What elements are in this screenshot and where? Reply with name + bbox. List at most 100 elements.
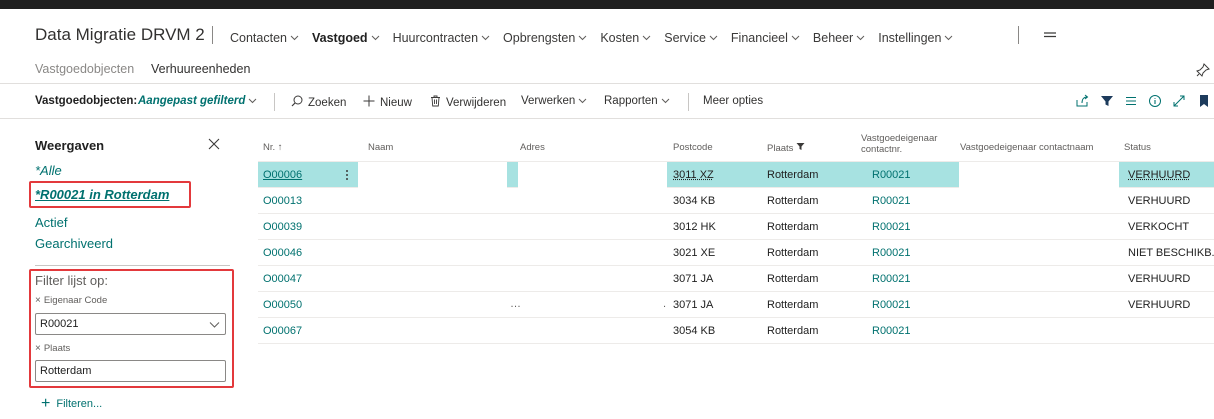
cell-owner-name	[959, 162, 1119, 188]
hamburger-icon[interactable]	[1043, 29, 1057, 41]
table-row[interactable]: O00046 3021 XE Rotterdam R00021 NIET BES…	[258, 240, 1214, 266]
cell-status: VERHUURD	[1128, 299, 1191, 311]
column-header-adres[interactable]: Adres	[520, 142, 545, 153]
cell-owner-no[interactable]: R00021	[872, 195, 911, 207]
subnav-verhuureenheden[interactable]: Verhuureenheden	[151, 62, 250, 76]
cell-nr[interactable]: O00013	[263, 195, 302, 207]
cell-nr[interactable]: O00050	[263, 299, 302, 311]
cell-owner-no[interactable]: R00021	[872, 247, 911, 259]
pin-icon[interactable]	[1196, 63, 1210, 77]
nav-item-beheer[interactable]: Beheer	[813, 31, 865, 45]
cell-plaats: Rotterdam	[767, 325, 819, 337]
column-header-nr[interactable]: Nr. ↑	[263, 142, 283, 153]
nav-items: Contacten Vastgoed Huurcontracten Opbren…	[230, 28, 966, 48]
new-button[interactable]: Nieuw	[363, 95, 412, 110]
column-header-plaats[interactable]: Plaats	[767, 142, 805, 154]
table-row[interactable]: O00013 3034 KB Rotterdam R00021 VERHUURD	[258, 188, 1214, 214]
cell-nr[interactable]: O00006	[263, 169, 302, 181]
plus-icon	[363, 95, 375, 110]
share-icon[interactable]	[1075, 94, 1089, 108]
filter-icon[interactable]	[1100, 94, 1114, 108]
toolbar-divider	[274, 93, 275, 111]
nav-item-instellingen[interactable]: Instellingen	[878, 31, 953, 45]
expand-icon[interactable]	[1172, 94, 1186, 108]
chevron-down-icon	[578, 96, 587, 105]
chevron-down-icon	[248, 96, 257, 105]
close-icon[interactable]	[207, 137, 221, 151]
chevron-down-icon	[856, 33, 865, 42]
delete-button[interactable]: Verwijderen	[430, 95, 506, 110]
divider	[0, 118, 1214, 119]
cell-nr[interactable]: O00039	[263, 221, 302, 233]
cell-owner-no[interactable]: R00021	[872, 273, 911, 285]
column-header-postcode[interactable]: Postcode	[673, 142, 713, 153]
view-actief[interactable]: Actief	[35, 215, 68, 230]
chevron-down-icon	[709, 33, 718, 42]
view-all[interactable]: *Alle	[35, 163, 62, 178]
bookmark-icon[interactable]	[1197, 94, 1211, 108]
view-filter-dropdown[interactable]: Aangepast gefilterd	[138, 95, 257, 107]
main-nav: Data Migratie DRVM 2 Contacten Vastgoed …	[0, 9, 1214, 53]
info-icon[interactable]	[1148, 94, 1162, 108]
cell-status: VERHUURD	[1128, 169, 1191, 181]
cell-nr[interactable]: O00046	[263, 247, 302, 259]
column-header-owner-no[interactable]: Vastgoedeigenaar contactnr.	[861, 133, 937, 155]
app-title[interactable]: Data Migratie DRVM 2	[35, 25, 205, 45]
cell-owner-no[interactable]: R00021	[872, 221, 911, 233]
chevron-down-icon	[290, 33, 299, 42]
add-filter-button[interactable]: + Filteren...	[41, 395, 102, 412]
table-row[interactable]: O00050 … . 3071 JA Rotterdam R00021 VERH…	[258, 292, 1214, 318]
chevron-down-icon	[642, 33, 651, 42]
page-label: Vastgoedobjecten:	[35, 95, 138, 107]
chevron-down-icon	[661, 96, 670, 105]
cell-plaats: Rotterdam	[767, 195, 819, 207]
cell-status: VERHUURD	[1128, 195, 1191, 207]
plus-icon: +	[41, 395, 51, 412]
column-header-naam[interactable]: Naam	[368, 142, 393, 153]
nav-item-contacten[interactable]: Contacten	[230, 31, 299, 45]
more-options-button[interactable]: Meer opties	[703, 95, 763, 107]
cell-nr[interactable]: O00047	[263, 273, 302, 285]
cell-naam	[358, 162, 507, 188]
more-vertical-icon[interactable]	[342, 168, 352, 182]
nav-item-huurcontracten[interactable]: Huurcontracten	[393, 31, 490, 45]
cell-postcode: 3054 KB	[673, 325, 716, 337]
subnav-vastgoedobjecten[interactable]: Vastgoedobjecten	[35, 62, 134, 76]
column-header-owner-name[interactable]: Vastgoedeigenaar contactnaam	[960, 142, 1093, 153]
table-row[interactable]: O00006 3011 XZ Rotterdam R00021 VERHUURD	[258, 162, 1214, 188]
nav-item-financieel[interactable]: Financieel	[731, 31, 800, 45]
nav-item-service[interactable]: Service	[664, 31, 718, 45]
search-icon	[291, 95, 303, 110]
cell-owner-no[interactable]: R00021	[872, 169, 911, 181]
search-button[interactable]: Zoeken	[291, 95, 346, 110]
list-icon[interactable]	[1124, 94, 1138, 108]
cell-postcode: 3071 JA	[673, 299, 714, 311]
cell-postcode: 3071 JA	[673, 273, 714, 285]
view-gearchiveerd[interactable]: Gearchiveerd	[35, 236, 113, 251]
cell-status: VERKOCHT	[1128, 221, 1190, 233]
cell-postcode: 3012 HK	[673, 221, 716, 233]
highlight-box	[29, 269, 234, 388]
chevron-down-icon	[944, 33, 953, 42]
process-menu[interactable]: Verwerken	[521, 95, 587, 107]
cell-plaats: Rotterdam	[767, 273, 819, 285]
table-row[interactable]: O00047 3071 JA Rotterdam R00021 VERHUURD	[258, 266, 1214, 292]
chevron-down-icon	[371, 33, 380, 42]
nav-item-opbrengsten[interactable]: Opbrengsten	[503, 31, 587, 45]
table-row[interactable]: O00067 3054 KB Rotterdam R00021	[258, 318, 1214, 344]
column-header-status[interactable]: Status	[1124, 142, 1151, 153]
reports-menu[interactable]: Rapporten	[604, 95, 670, 107]
toolbar-divider	[688, 93, 689, 111]
cell-adres	[518, 162, 667, 188]
nav-item-vastgoed[interactable]: Vastgoed	[312, 31, 380, 45]
cell-nr[interactable]: O00067	[263, 325, 302, 337]
sub-nav: Vastgoedobjecten Verhuureenheden	[0, 53, 1214, 83]
nav-item-kosten[interactable]: Kosten	[600, 31, 651, 45]
table-row[interactable]: O00039 3012 HK Rotterdam R00021 VERKOCHT	[258, 214, 1214, 240]
cell-owner-no[interactable]: R00021	[872, 325, 911, 337]
nav-divider	[1018, 26, 1019, 44]
chevron-down-icon	[791, 33, 800, 42]
cell-plaats: Rotterdam	[767, 221, 819, 233]
cell-status: NIET BESCHIKB...	[1128, 247, 1214, 259]
cell-owner-no[interactable]: R00021	[872, 299, 911, 311]
